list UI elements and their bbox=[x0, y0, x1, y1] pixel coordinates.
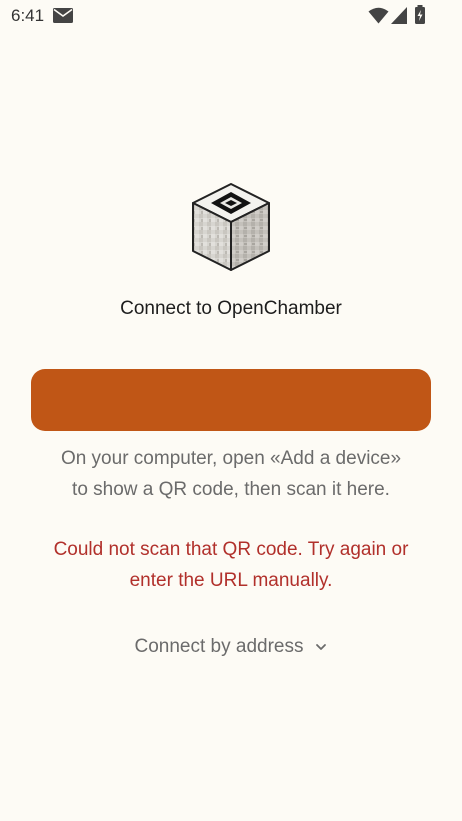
battery-icon bbox=[415, 5, 425, 24]
status-time: 6:41 bbox=[11, 6, 45, 25]
status-bar: 6:41 bbox=[0, 0, 462, 32]
page-title: Connect to OpenChamber bbox=[120, 298, 342, 319]
error-line-1: Could not scan that QR code. Try again o… bbox=[53, 539, 409, 560]
chevron-down-icon bbox=[315, 644, 326, 650]
connect-by-address-label: Connect by address bbox=[134, 636, 304, 657]
connect-by-address-toggle[interactable]: Connect by address bbox=[0, 636, 462, 658]
instructions-text: On your computer, open «Add a device» to… bbox=[30, 443, 432, 505]
mail-icon bbox=[53, 8, 73, 23]
openchamber-cube-icon bbox=[192, 183, 270, 271]
wifi-icon bbox=[368, 7, 389, 24]
scan-qr-button[interactable] bbox=[31, 369, 431, 431]
instructions-line-2: to show a QR code, then scan it here. bbox=[72, 479, 390, 500]
signal-icon bbox=[391, 7, 407, 24]
instructions-line-1: On your computer, open «Add a device» bbox=[60, 448, 402, 469]
error-line-2: enter the URL manually. bbox=[129, 570, 333, 591]
error-message: Could not scan that QR code. Try again o… bbox=[30, 534, 432, 596]
